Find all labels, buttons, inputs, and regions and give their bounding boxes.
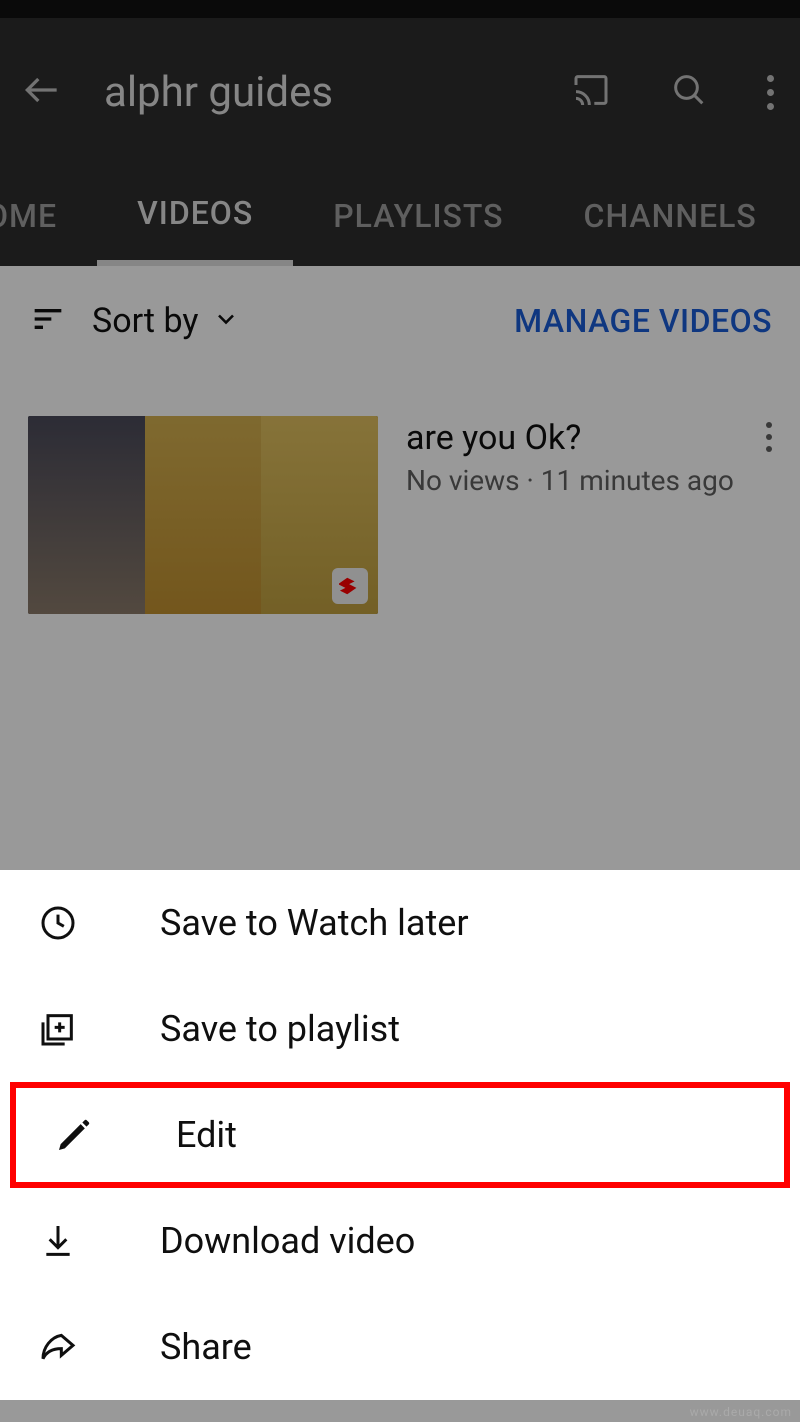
sheet-item-share[interactable]: Share [0, 1294, 800, 1400]
sheet-item-edit[interactable]: Edit [10, 1082, 790, 1188]
download-icon [38, 1221, 78, 1261]
sheet-item-download[interactable]: Download video [0, 1188, 800, 1294]
clock-icon [38, 903, 78, 943]
sheet-item-save-playlist[interactable]: Save to playlist [0, 976, 800, 1082]
sheet-item-label: Download video [160, 1220, 415, 1262]
playlist-add-icon [38, 1009, 78, 1049]
sheet-item-label: Save to playlist [160, 1008, 400, 1050]
sheet-item-label: Edit [176, 1114, 237, 1156]
bottom-sheet: Save to Watch later Save to playlist Edi… [0, 870, 800, 1400]
sheet-item-label: Save to Watch later [160, 902, 469, 944]
watermark: www.deuaq.com [690, 1405, 792, 1419]
sheet-item-watch-later[interactable]: Save to Watch later [0, 870, 800, 976]
share-icon [38, 1327, 78, 1367]
sheet-item-label: Share [160, 1326, 252, 1368]
pencil-icon [54, 1115, 94, 1155]
